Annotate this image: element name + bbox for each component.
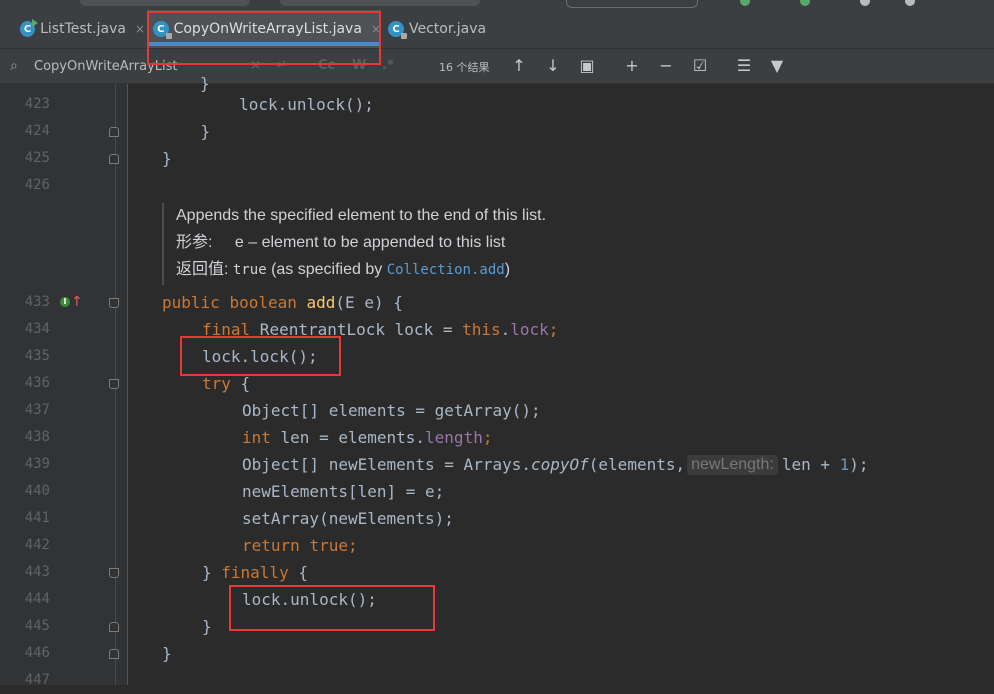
doc-return: 返回值: true (as specified by Collection.ad… [176, 257, 510, 283]
line-number: 423 [24, 96, 50, 112]
run-icon[interactable] [860, 0, 870, 6]
tab-listtest[interactable]: C ListTest.java × [10, 10, 145, 48]
code-text: public boolean add(E e) { [162, 293, 403, 312]
doc-return-link[interactable]: Collection.add [387, 262, 505, 278]
line-number: 440 [24, 483, 50, 499]
code-text: lock.unlock(); [162, 95, 374, 114]
doc-summary: Appends the specified element to the end… [176, 207, 547, 224]
code-text: Object[] newElements = Arrays.copyOf(ele… [242, 455, 869, 475]
line-number: 441 [24, 510, 50, 526]
line-number: 445 [24, 618, 50, 634]
close-icon[interactable]: × [135, 22, 145, 36]
code-text: Object[] elements = getArray(); [242, 401, 541, 420]
annotation-box-unlock [229, 585, 435, 631]
stop-icon[interactable] [905, 0, 915, 6]
doc-param: 形参: e – element to be appended to this l… [176, 230, 505, 256]
line-number: 437 [24, 402, 50, 418]
code-line: 439 Object[] newElements = Arrays.copyOf… [0, 451, 994, 478]
doc-return-label: 返回值: [176, 261, 229, 278]
code-line: 434 final ReentrantLock lock = this.lock… [0, 316, 994, 343]
overrides-method-icon[interactable]: I ↑ [60, 295, 83, 309]
read-only-lock-icon [401, 33, 407, 39]
code-text: } [202, 617, 212, 636]
code-line: 426 [0, 172, 994, 199]
line-number: 442 [24, 537, 50, 553]
runnable-marker-icon [32, 19, 39, 27]
doc-return-end: ) [504, 261, 511, 278]
code-text: } [162, 122, 211, 141]
code-text: } finally { [202, 563, 308, 582]
doc-return-text: (as specified by [271, 261, 383, 278]
code-line: 435 lock.lock(); [0, 343, 994, 370]
line-number: 447 [24, 672, 50, 688]
fold-start-icon[interactable] [109, 298, 119, 308]
line-number: 446 [24, 645, 50, 661]
implemented-marker: I [60, 297, 70, 307]
code-line: 424 } [0, 118, 994, 145]
code-line: 437 Object[] elements = getArray(); [0, 397, 994, 424]
code-text: newElements[len] = e; [242, 482, 445, 501]
annotation-box-tab [147, 11, 381, 65]
doc-return-code: true [232, 262, 267, 278]
line-number: 434 [24, 321, 50, 337]
code-line: 436 try { [0, 370, 994, 397]
build-icon[interactable] [740, 0, 750, 6]
line-number: 425 [24, 150, 50, 166]
code-line: 447 [0, 667, 994, 694]
code-line: 423 lock.unlock(); [0, 91, 994, 118]
code-line: 433 public boolean add(E e) { [0, 289, 994, 316]
code-line: 444 lock.unlock(); [0, 586, 994, 613]
code-line: 438 int len = elements.length; [0, 424, 994, 451]
code-line: 441 setArray(newElements); [0, 505, 994, 532]
code-text: } [162, 149, 172, 168]
tab-vector[interactable]: C Vector.java [382, 10, 507, 48]
code-line: 445 } [0, 613, 994, 640]
line-number: 444 [24, 591, 50, 607]
tab-label: ListTest.java [40, 21, 126, 37]
code-text: return true; [242, 536, 358, 555]
line-number: 424 [24, 123, 50, 139]
line-number: 433 [24, 294, 50, 310]
line-number: 436 [24, 375, 50, 391]
code-text: setArray(newElements); [242, 509, 454, 528]
line-number: 435 [24, 348, 50, 364]
code-line: 446 } [0, 640, 994, 667]
fold-end-icon[interactable] [109, 622, 119, 632]
code-text: } [162, 644, 172, 663]
java-class-icon: C [20, 19, 39, 37]
code-line: 425 } [0, 145, 994, 172]
code-line: 443 } finally { [0, 559, 994, 586]
fold-start-icon[interactable] [109, 568, 119, 578]
fold-end-icon[interactable] [109, 649, 119, 659]
code-text: int len = elements.length; [242, 428, 493, 447]
window-top-strip [0, 0, 994, 10]
fold-start-icon[interactable] [109, 379, 119, 389]
code-line: 440 newElements[len] = e; [0, 478, 994, 505]
line-number: 443 [24, 564, 50, 580]
line-number: 426 [24, 177, 50, 193]
tab-label: Vector.java [409, 21, 487, 37]
annotation-box-lock [180, 336, 341, 376]
code-line: 442 return true; [0, 532, 994, 559]
breadcrumb-fragment [80, 0, 250, 6]
doc-param-label: 形参: [176, 234, 213, 251]
line-number: 439 [24, 456, 50, 472]
breadcrumb-fragment [280, 0, 480, 6]
up-arrow-icon: ↑ [71, 294, 83, 310]
run-config-selector[interactable] [566, 0, 698, 8]
rendered-javadoc: Appends the specified element to the end… [162, 203, 604, 285]
line-number: 438 [24, 429, 50, 445]
debug-icon[interactable] [800, 0, 810, 6]
doc-param-text: e – element to be appended to this list [234, 234, 506, 251]
java-class-icon: C [388, 21, 407, 39]
fold-end-icon[interactable] [109, 154, 119, 164]
fold-end-icon[interactable] [109, 127, 119, 137]
parameter-hint: newLength: [687, 455, 778, 475]
